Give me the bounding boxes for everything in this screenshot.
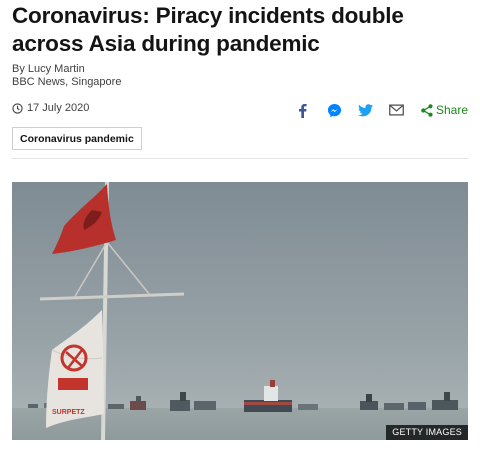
share-label: Share [435,103,468,117]
author-name: By Lucy Martin [12,63,85,75]
ships-at-sea-photo: SURPETZ [12,182,468,440]
messenger-icon[interactable] [327,101,343,119]
publish-date-text: 17 July 2020 [27,102,90,114]
author-role: BBC News, Singapore [12,76,122,88]
hero-image: SURPETZ GETTY IMAGES [12,182,468,440]
facebook-icon[interactable] [296,101,310,119]
divider [12,158,468,159]
topic-tag[interactable]: Coronavirus pandemic [12,127,142,150]
share-icon [421,103,433,117]
flag-emblem-text: SURPETZ [52,409,85,416]
article-page: Coronavirus: Piracy incidents double acr… [0,0,480,453]
clock-icon [12,102,23,114]
twitter-icon[interactable] [358,101,374,119]
meta-row: 17 July 2020 Share [12,101,468,119]
byline: By Lucy Martin BBC News, Singapore [12,63,121,89]
publish-date: 17 July 2020 [12,102,89,114]
article-headline: Coronavirus: Piracy incidents double acr… [12,3,404,56]
image-credit: GETTY IMAGES [386,425,468,440]
share-button[interactable]: Share [421,101,468,119]
share-tools: Share [296,101,468,119]
email-icon[interactable] [389,101,405,119]
